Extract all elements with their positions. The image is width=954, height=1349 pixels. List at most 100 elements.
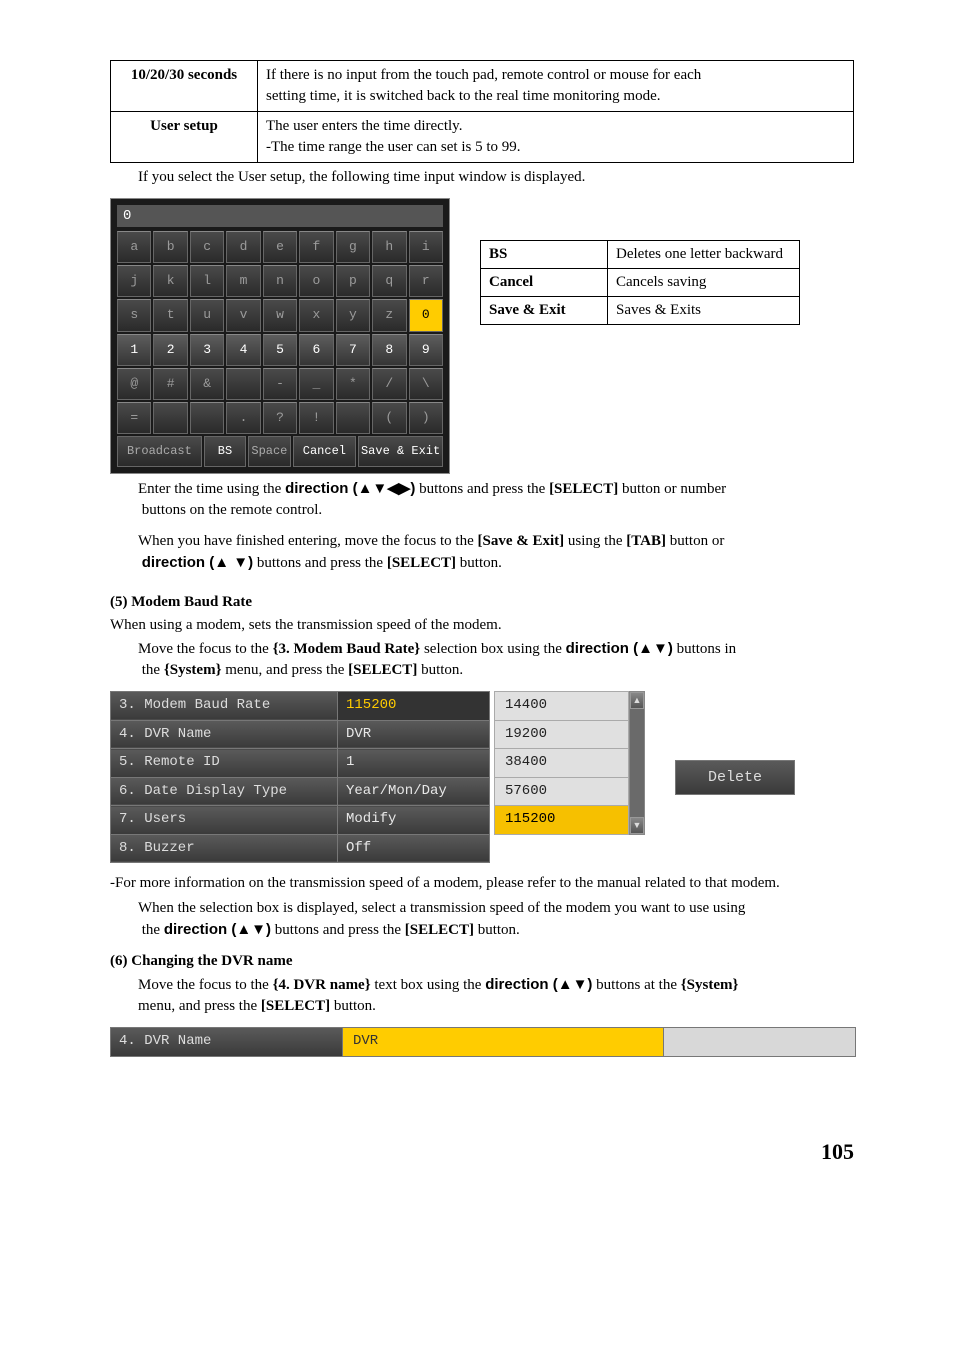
kb-broadcast-button[interactable]: Broadcast [117,436,202,467]
scroll-down-icon[interactable]: ▼ [630,817,644,834]
text: buttons at the [596,977,681,993]
sys-row-label[interactable]: 4. DVR Name [111,720,338,749]
scroll-up-icon[interactable]: ▲ [630,692,644,709]
kb-key-blank[interactable] [153,402,187,434]
kb-key-\[interactable]: \ [409,368,443,400]
kb-key-s[interactable]: s [117,299,151,331]
sys-row-label[interactable]: 5. Remote ID [111,749,338,778]
text-bold: {4. DVR name} [273,977,371,993]
kb-key-v[interactable]: v [226,299,260,331]
kb-key-([interactable]: ( [372,402,406,434]
sys-row-label[interactable]: 8. Buzzer [111,834,338,863]
baud-option[interactable]: 38400 [495,749,629,778]
baud-option[interactable]: 115200 [495,806,629,835]
text: button or number [622,481,726,497]
sys-row-value[interactable]: Year/Mon/Day [338,777,490,806]
kb-key-*[interactable]: * [336,368,370,400]
kb-key-8[interactable]: 8 [372,334,406,366]
kb-key-)[interactable]: ) [409,402,443,434]
kb-key-n[interactable]: n [263,265,297,297]
sys-row-label[interactable]: 3. Modem Baud Rate [111,691,338,720]
section-5-intro: When using a modem, sets the transmissio… [110,615,854,636]
kb-key-![interactable]: ! [299,402,333,434]
kb-key-u[interactable]: u [190,299,224,331]
kb-key-3[interactable]: 3 [190,334,224,366]
kb-key-w[interactable]: w [263,299,297,331]
sys-row-value[interactable]: 1 [338,749,490,778]
kb-key--[interactable]: - [263,368,297,400]
baud-option[interactable]: 57600 [495,777,629,806]
kb-key-2[interactable]: 2 [153,334,187,366]
sys-row-value[interactable]: DVR [338,720,490,749]
kb-key-blank[interactable] [190,402,224,434]
kb-key-t[interactable]: t [153,299,187,331]
kb-save-exit-button[interactable]: Save & Exit [358,436,443,467]
legend-cancel-desc: Cancels saving [608,269,800,297]
kb-key-z[interactable]: z [372,299,406,331]
kb-key-=[interactable]: = [117,402,151,434]
kb-key-f[interactable]: f [299,231,333,263]
sys-row-value[interactable]: Off [338,834,490,863]
delete-button[interactable]: Delete [675,760,795,795]
kb-key-7[interactable]: 7 [336,334,370,366]
kb-key-@[interactable]: @ [117,368,151,400]
kb-key-#[interactable]: # [153,368,187,400]
kb-key-y[interactable]: y [336,299,370,331]
kb-bs-button[interactable]: BS [204,436,246,467]
kb-key-o[interactable]: o [299,265,333,297]
kb-key-6[interactable]: 6 [299,334,333,366]
kb-key-a[interactable]: a [117,231,151,263]
kb-key-c[interactable]: c [190,231,224,263]
after-sys-1: -For more information on the transmissio… [110,873,854,894]
baud-option[interactable]: 14400 [495,691,629,720]
kb-key-q[interactable]: q [372,265,406,297]
kb-key-5[interactable]: 5 [263,334,297,366]
kb-key-4[interactable]: 4 [226,334,260,366]
text-bold: [SELECT] [387,555,456,571]
kb-key-blank[interactable] [336,402,370,434]
sys-row-label[interactable]: 7. Users [111,806,338,835]
text: buttons and press the [275,922,405,938]
kb-key-h[interactable]: h [372,231,406,263]
kb-key-?[interactable]: ? [263,402,297,434]
settings-table: 10/20/30 seconds If there is no input fr… [110,60,854,163]
kb-key-g[interactable]: g [336,231,370,263]
kb-key-9[interactable]: 9 [409,334,443,366]
dvr-name-value[interactable]: DVR [343,1028,664,1056]
dvr-name-rest [664,1028,855,1056]
text-bold: [SELECT] [405,922,474,938]
kb-key-_[interactable]: _ [299,368,333,400]
kb-key-.[interactable]: . [226,402,260,434]
text: button. [334,998,376,1014]
kb-key-0[interactable]: 0 [409,299,443,331]
kb-key-&[interactable]: & [190,368,224,400]
text-bold: {System} [164,662,222,678]
text: buttons in [677,641,737,657]
kb-key-j[interactable]: j [117,265,151,297]
text: button. [478,922,520,938]
text-bold: {3. Modem Baud Rate} [273,641,421,657]
legend-bs-desc: Deletes one letter backward [608,241,800,269]
kb-key-p[interactable]: p [336,265,370,297]
sys-row-label[interactable]: 6. Date Display Type [111,777,338,806]
kb-key-/[interactable]: / [372,368,406,400]
text: Move the focus to the [138,641,273,657]
baud-option[interactable]: 19200 [495,720,629,749]
kb-space-button[interactable]: Space [248,436,290,467]
kb-key-b[interactable]: b [153,231,187,263]
kb-key-1[interactable]: 1 [117,334,151,366]
kb-cancel-button[interactable]: Cancel [293,436,357,467]
kb-key-r[interactable]: r [409,265,443,297]
kb-key-x[interactable]: x [299,299,333,331]
sys-row-value[interactable]: 115200 [338,691,490,720]
kb-key-m[interactable]: m [226,265,260,297]
kb-key-k[interactable]: k [153,265,187,297]
kb-key-blank[interactable] [226,368,260,400]
kb-key-l[interactable]: l [190,265,224,297]
kb-key-e[interactable]: e [263,231,297,263]
kb-key-d[interactable]: d [226,231,260,263]
text: menu, and press the [138,998,261,1014]
kb-key-i[interactable]: i [409,231,443,263]
baud-scrollbar[interactable]: ▲ ▼ [629,691,645,835]
sys-row-value[interactable]: Modify [338,806,490,835]
